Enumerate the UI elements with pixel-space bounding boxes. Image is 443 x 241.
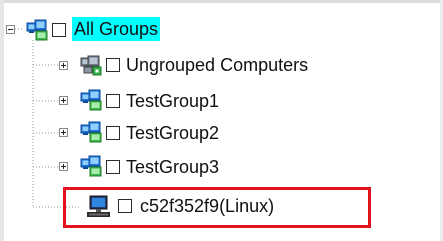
linux-computer-icon — [87, 195, 110, 217]
tree-node-linux-computer[interactable]: c52f352f9(Linux) — [0, 191, 443, 223]
tree-node-label: c52f352f9(Linux) — [140, 196, 275, 216]
expand-toggle[interactable] — [59, 128, 68, 137]
collapse-toggle[interactable] — [6, 25, 15, 34]
checkbox[interactable] — [118, 199, 132, 213]
tree-node-testgroup3[interactable]: TestGroup3 — [0, 152, 443, 184]
group-icon — [26, 19, 48, 41]
expand-toggle[interactable] — [59, 162, 68, 171]
checkbox[interactable] — [106, 58, 120, 72]
group-icon — [80, 89, 102, 111]
tree-node-testgroup2[interactable]: TestGroup2 — [0, 118, 443, 150]
tree-node-all-groups[interactable]: All Groups — [0, 15, 443, 47]
tree-node-label: Ungrouped Computers — [126, 55, 309, 75]
tree-node-label: TestGroup3 — [126, 157, 220, 177]
group-icon — [80, 155, 102, 177]
checkbox[interactable] — [106, 160, 120, 174]
checkbox[interactable] — [106, 126, 120, 140]
ungrouped-computers-icon — [80, 55, 102, 76]
tree-node-label: TestGroup1 — [126, 91, 220, 111]
checkbox[interactable] — [52, 23, 66, 37]
tree-node-label: TestGroup2 — [126, 123, 220, 143]
expand-toggle[interactable] — [59, 96, 68, 105]
tree-node-testgroup1[interactable]: TestGroup1 — [0, 86, 443, 118]
tree-node-ungrouped-computers[interactable]: Ungrouped Computers — [0, 50, 443, 82]
expand-toggle[interactable] — [59, 61, 68, 70]
group-icon — [80, 121, 102, 143]
panel-top-border — [0, 0, 443, 3]
tree-node-label: All Groups — [72, 17, 161, 41]
checkbox[interactable] — [106, 94, 120, 108]
